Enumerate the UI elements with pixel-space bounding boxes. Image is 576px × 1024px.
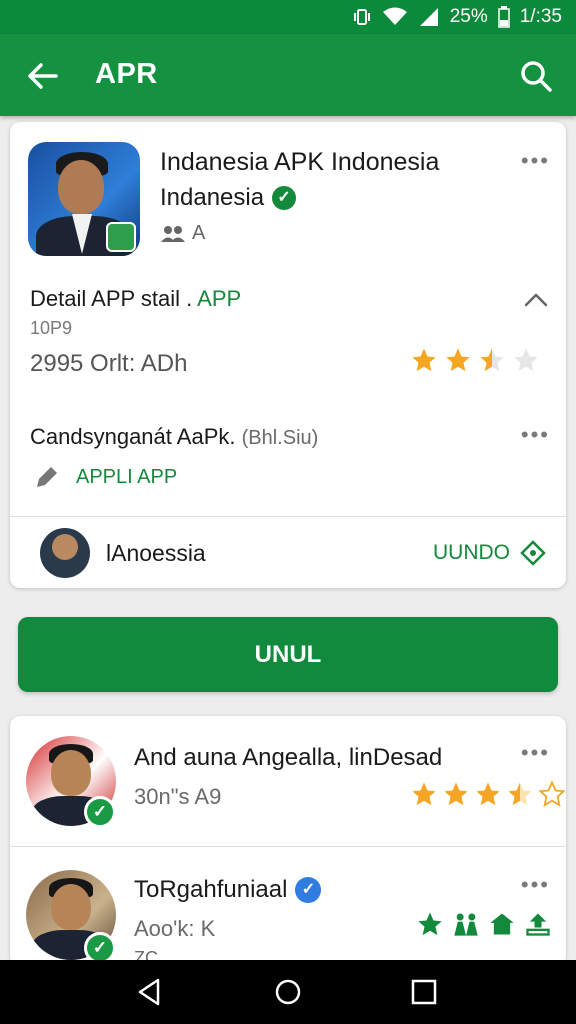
system-nav-bar xyxy=(0,960,576,1024)
more-options-icon[interactable]: ••• xyxy=(521,422,550,448)
recents-nav-icon[interactable] xyxy=(406,974,442,1010)
list-item[interactable]: ✓ ToRgahfuniaal ✓ Aoo'k: K ZC ••• xyxy=(10,848,566,966)
people-icon[interactable] xyxy=(452,910,480,938)
clock: 1/:35 xyxy=(519,6,562,27)
detail-label: Detail APP stail . APP xyxy=(30,286,242,311)
wifi-icon xyxy=(382,7,407,25)
app-meta: A xyxy=(160,222,205,245)
home-nav-icon[interactable] xyxy=(270,974,306,1010)
star-empty-icon xyxy=(538,780,566,807)
app-bar: APR xyxy=(0,34,576,116)
verified-blue-icon: ✓ xyxy=(295,877,322,903)
pencil-icon xyxy=(37,467,57,487)
more-options-icon[interactable]: ••• xyxy=(521,740,550,766)
list-item-title: And auna Angealla, linDesad xyxy=(134,744,443,771)
rating-stars xyxy=(410,780,566,808)
app-title: Indanesia APK Indonesia xyxy=(160,148,440,176)
rating-stars xyxy=(410,346,540,374)
undo-button[interactable]: UUNDO xyxy=(433,540,546,566)
more-options-icon[interactable]: ••• xyxy=(521,148,550,174)
subheading: Candsynganát AaPk. (Bhl.Siu) xyxy=(30,424,319,449)
apply-link[interactable]: APPLI APP xyxy=(34,464,177,490)
more-options-icon[interactable]: ••• xyxy=(521,872,550,898)
avatar xyxy=(40,528,90,578)
list-item-subtitle: Aoo'k: K xyxy=(134,916,216,941)
page-title: APR xyxy=(95,58,158,90)
star-full-icon xyxy=(446,348,470,372)
chevron-up-icon[interactable] xyxy=(520,284,552,316)
developer-name: Indanesia xyxy=(160,184,265,211)
star-green-icon[interactable] xyxy=(416,910,444,938)
star-full-icon xyxy=(476,782,500,806)
vibrate-icon xyxy=(353,9,370,25)
group-icon xyxy=(161,225,185,242)
upload-icon[interactable] xyxy=(524,910,552,938)
list-item[interactable]: ✓ And auna Angealla, linDesad 30n"s A9 •… xyxy=(10,716,566,844)
results-list: ✓ And auna Angealla, linDesad 30n"s A9 •… xyxy=(10,716,566,966)
battery-icon xyxy=(497,6,510,28)
arrow-left-icon[interactable] xyxy=(22,56,62,96)
app-developer[interactable]: Indanesia ✓ xyxy=(160,184,297,212)
list-item-title: ToRgahfuniaal ✓ xyxy=(134,876,322,904)
list-item-subtitle: 30n"s A9 xyxy=(134,784,222,809)
star-empty-icon xyxy=(514,348,538,372)
action-icons xyxy=(416,910,552,938)
star-full-icon xyxy=(444,782,468,806)
signal-icon xyxy=(419,8,438,26)
verified-check-icon: ✓ xyxy=(84,796,116,828)
star-full-icon xyxy=(412,348,436,372)
star-half-icon xyxy=(480,348,504,372)
home-icon[interactable] xyxy=(488,910,516,938)
battery-percent: 25% xyxy=(449,6,488,27)
divider xyxy=(10,516,566,517)
detail-stat: 2995 Orlt: ADh xyxy=(30,350,188,377)
verified-check-icon: ✓ xyxy=(272,186,297,210)
back-nav-icon[interactable] xyxy=(132,974,168,1010)
star-half-icon xyxy=(508,782,532,806)
tag-icon xyxy=(520,540,546,566)
app-icon[interactable] xyxy=(28,142,140,256)
app-detail-card: Indanesia APK Indonesia ••• Indanesia ✓ … xyxy=(10,122,566,588)
app-badge-icon xyxy=(106,222,136,252)
primary-button[interactable]: UNUL xyxy=(18,617,558,692)
developer-row[interactable]: lAnoessia xyxy=(40,528,206,578)
detail-code: 10P9 xyxy=(30,318,73,338)
star-full-icon xyxy=(412,782,436,806)
divider xyxy=(10,846,566,847)
status-bar: 25% 1/:35 xyxy=(0,0,576,34)
search-icon[interactable] xyxy=(516,56,556,96)
